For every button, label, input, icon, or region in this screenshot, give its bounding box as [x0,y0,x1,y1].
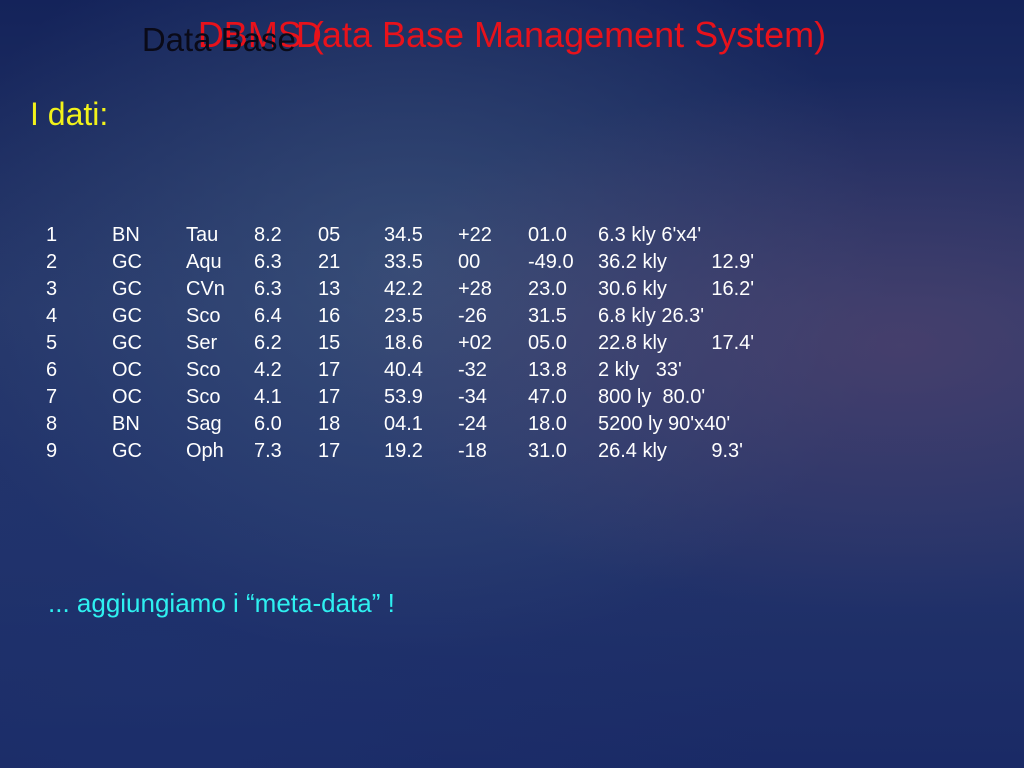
table-cell: 800 ly 80.0' [598,386,706,408]
table-cell: 04.1 [384,413,423,435]
table-cell: 4.2 [254,359,282,381]
table-cell: 30.6 kly 16.2' [598,278,755,300]
table-cell: 6.3 [254,278,282,300]
table-cell: +02 [458,332,492,354]
table-cell: 7.3 [254,440,282,462]
table-row: 9 GC Oph 7.3 17 19.2 -18 31.0 26.4 kly 9.3' [38,438,808,465]
table-row: 7 OC Sco 4.1 17 53.9 -34 47.0 800 ly 80.0' [38,384,808,411]
table-cell: 2 [46,251,58,273]
table-cell: 18.6 [384,332,423,354]
table-cell: 6.4 [254,305,282,327]
table-cell: 42.2 [384,278,423,300]
title-suffix: Management System) [464,14,827,55]
table-cell: 23.0 [528,278,567,300]
table-cell: Sco [186,386,221,408]
table-cell: -49.0 [528,251,574,273]
footer-note: ... aggiungiamo i “meta-data” ! [48,588,395,618]
table-cell: 31.0 [528,440,567,462]
catalog-table-body: 1 BN Tau 8.2 05 34.5 +22 01.0 6.3 kly 6'x4' 2 GC Aq… [38,222,808,465]
table-cell: 34.5 [384,224,423,246]
table-cell: 18 [318,413,341,435]
table-cell: GC [112,440,142,462]
table-cell: Tau [186,224,219,246]
catalog-data-table: 1 BN Tau 8.2 05 34.5 +22 01.0 6.3 kly 6'x4' 2 GC Aq… [38,222,808,465]
table-cell: 22.8 kly 17.4' [598,332,755,354]
slide: DBMS (Data BaseData Base Management Syst… [0,0,1024,768]
table-cell: 01.0 [528,224,567,246]
table-cell: -18 [458,440,487,462]
table-cell: Sag [186,413,222,435]
table-cell: 05.0 [528,332,567,354]
table-cell: 1 [46,224,58,246]
table-cell: 17 [318,359,341,381]
table-cell: OC [112,386,142,408]
table-cell: -26 [458,305,487,327]
table-cell: 00 [458,251,481,273]
table-cell: 6 [46,359,58,381]
table-cell: 8.2 [254,224,282,246]
table-row: 6 OC Sco 4.2 17 40.4 -32 13.8 2 kly 33' [38,357,808,384]
table-cell: 6.0 [254,413,282,435]
slide-subtitle: I dati: [30,96,109,132]
slide-title: DBMS (Data BaseData Base Management Syst… [0,14,1024,58]
table-cell: 19.2 [384,440,423,462]
title-overlay-text: Data Base [141,21,296,58]
table-cell: 40.4 [384,359,423,381]
table-cell: 23.5 [384,305,423,327]
table-cell: 2 kly 33' [598,359,682,381]
table-cell: -32 [458,359,487,381]
table-cell: 8 [46,413,58,435]
table-cell: 13 [318,278,341,300]
table-cell: 17 [318,440,341,462]
table-row: 2 GC Aqu 6.3 21 33.5 00 -49.0 36.2 kly 12.9' [38,249,808,276]
table-cell: 4.1 [254,386,282,408]
table-row: 3 GC CVn 6.3 13 42.2 +28 23.0 30.6 kly 16.2' [38,276,808,303]
table-cell: +22 [458,224,492,246]
table-cell: +28 [458,278,492,300]
table-cell: Sco [186,305,221,327]
table-cell: 36.2 kly 12.9' [598,251,755,273]
table-cell: 47.0 [528,386,567,408]
table-cell: Ser [186,332,218,354]
table-cell: Aqu [186,251,222,273]
table-cell: 6.3 [254,251,282,273]
table-cell: OC [112,359,142,381]
table-cell: 6.8 kly 26.3' [598,305,705,327]
table-cell: 05 [318,224,341,246]
table-cell: CVn [186,278,225,300]
table-cell: Oph [186,440,224,462]
table-cell: -34 [458,386,487,408]
table-cell: GC [112,332,142,354]
table-row: 4 GC Sco 6.4 16 23.5 -26 31.5 6.8 kly 26.3' [38,303,808,330]
table-cell: GC [112,251,142,273]
table-cell: 6.2 [254,332,282,354]
title-underlying-text: Data Base [295,14,465,55]
table-cell: 31.5 [528,305,567,327]
table-cell: 16 [318,305,341,327]
table-cell: BN [112,413,140,435]
table-cell: 4 [46,305,58,327]
table-cell: Sco [186,359,221,381]
table-cell: 6.3 kly 6'x4' [598,224,702,246]
table-cell: GC [112,278,142,300]
table-cell: 13.8 [528,359,567,381]
table-cell: 9 [46,440,58,462]
table-cell: 21 [318,251,341,273]
table-row: 5 GC Ser 6.2 15 18.6 +02 05.0 22.8 kly 17.4' [38,330,808,357]
table-cell: BN [112,224,140,246]
table-row: 8 BN Sag 6.0 18 04.1 -24 18.0 5200 ly 90'x40' [38,411,808,438]
table-cell: 3 [46,278,58,300]
table-cell: 7 [46,386,58,408]
table-cell: 5 [46,332,58,354]
table-cell: 15 [318,332,341,354]
table-row: 1 BN Tau 8.2 05 34.5 +22 01.0 6.3 kly 6'x4' [38,222,808,249]
table-cell: 33.5 [384,251,423,273]
table-cell: 17 [318,386,341,408]
table-cell: 18.0 [528,413,567,435]
table-cell: -24 [458,413,487,435]
table-cell: GC [112,305,142,327]
table-cell: 5200 ly 90'x40' [598,413,731,435]
table-cell: 26.4 kly 9.3' [598,440,743,462]
table-cell: 53.9 [384,386,423,408]
